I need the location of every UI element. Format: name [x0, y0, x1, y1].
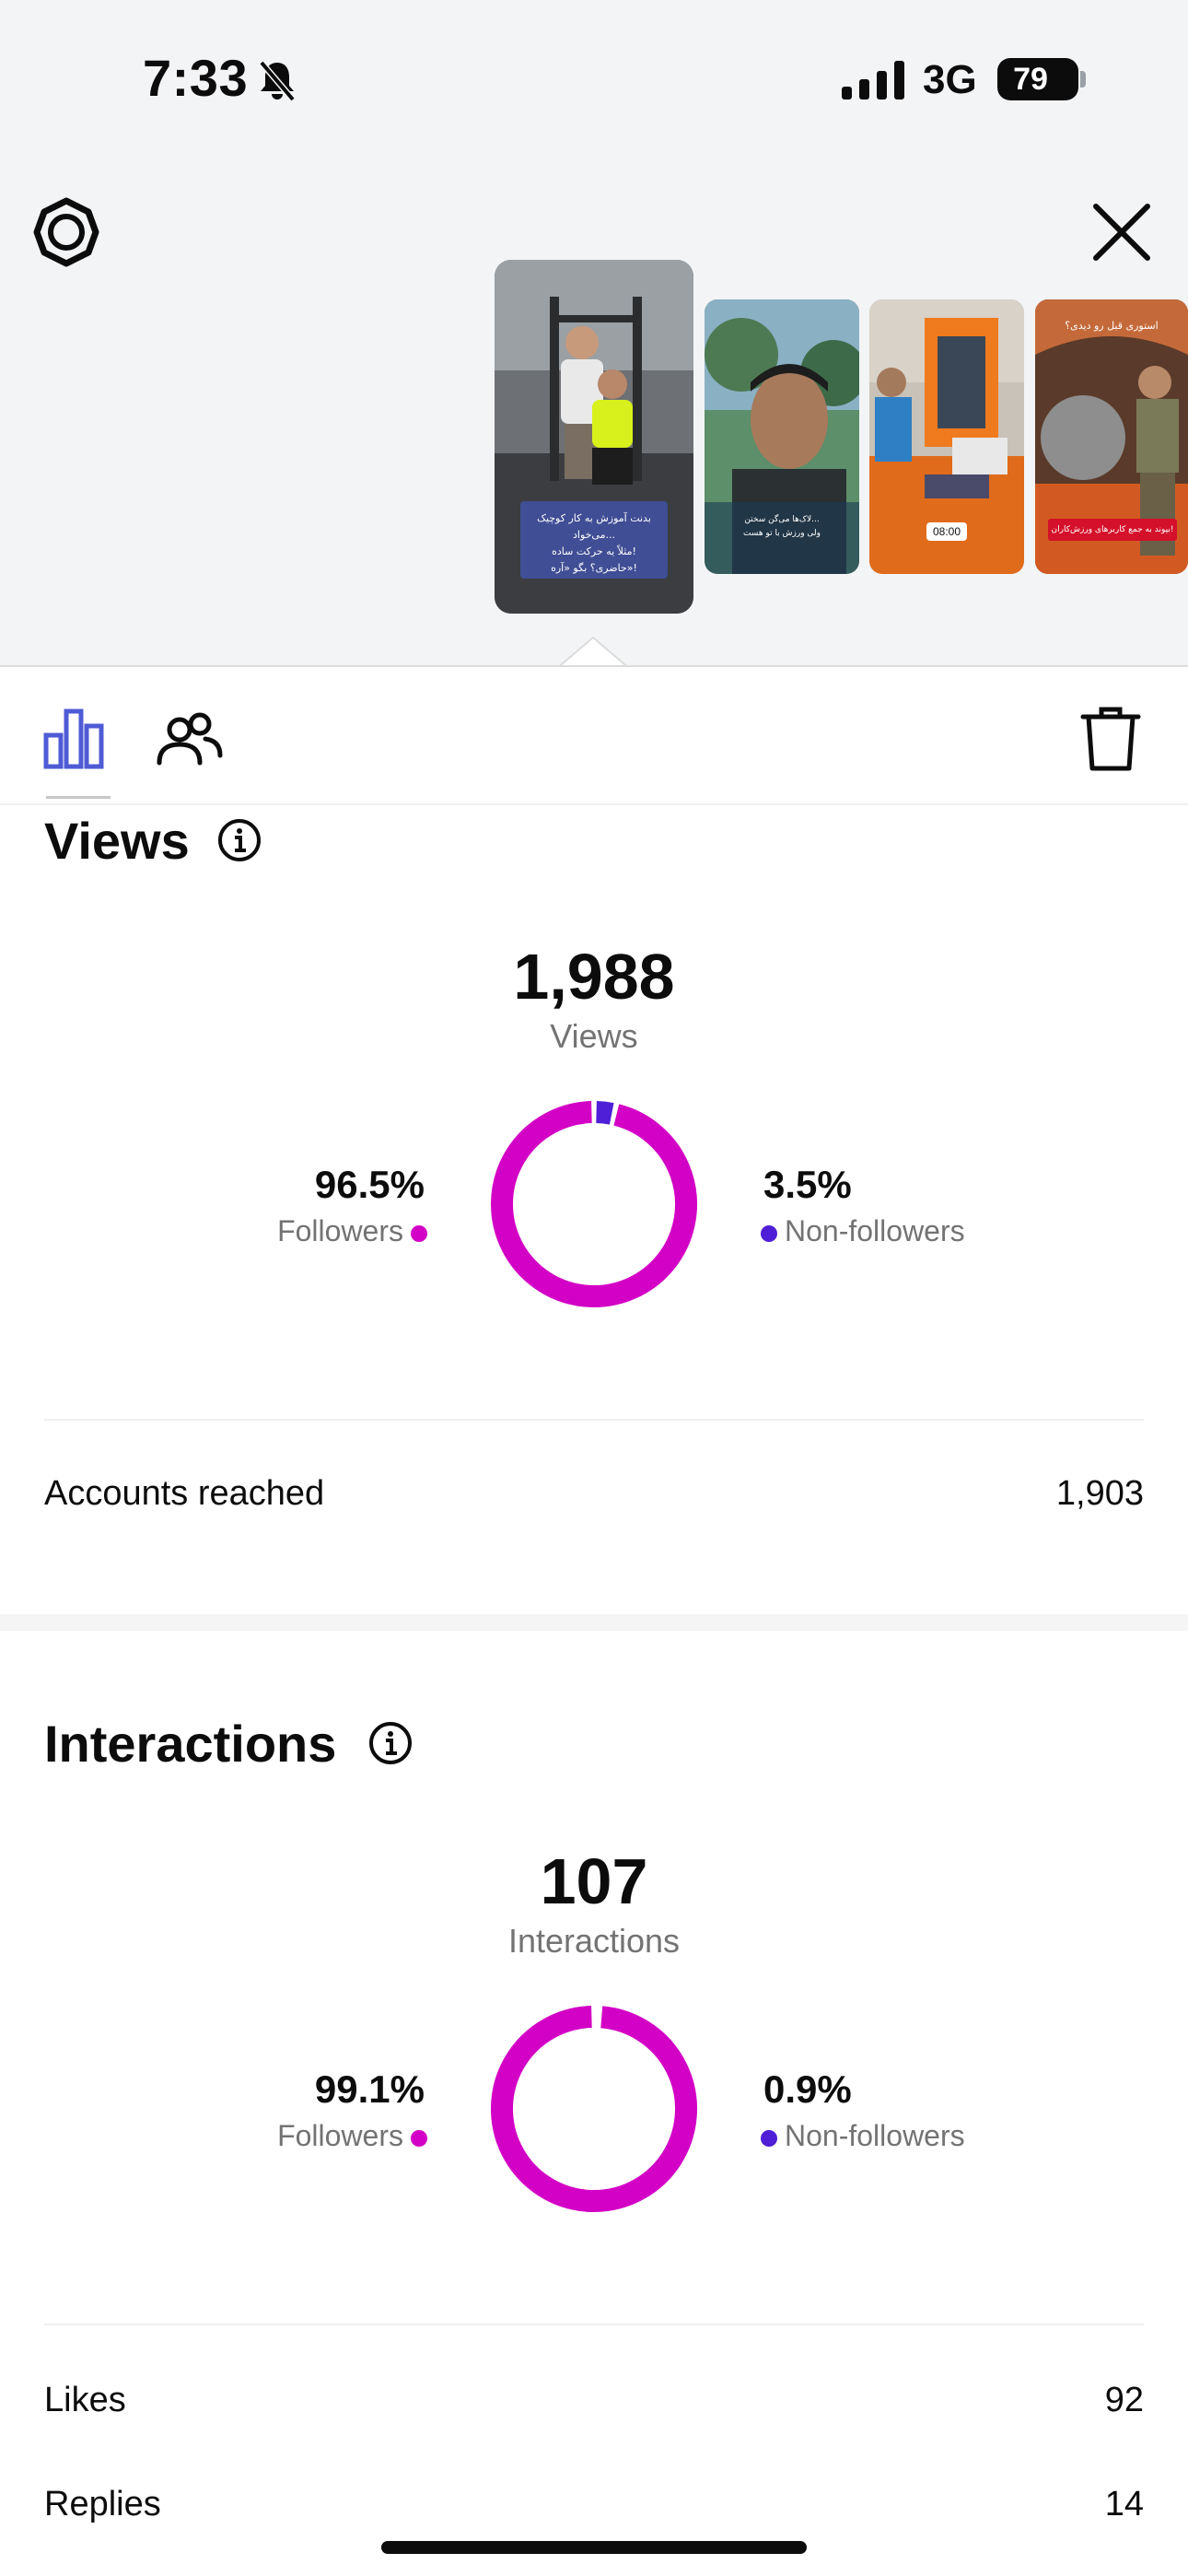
- interactions-section-title: Interactions: [44, 1715, 337, 1773]
- views-total: 1,988: [513, 941, 675, 1013]
- story-caption-line: ولی ورزش با تو هست: [742, 529, 821, 538]
- interactions-total: 107: [540, 1845, 648, 1917]
- interactions-non-followers-label: Non-followers: [785, 2119, 965, 2152]
- views-total-label: Views: [550, 1017, 638, 1055]
- battery-level: 79: [1013, 62, 1048, 97]
- bell-muted-icon: [259, 60, 296, 102]
- story-caption-line: حاضری؟ بگو «آره»!: [551, 562, 637, 574]
- accounts-reached-value: 1,903: [1055, 1474, 1144, 1513]
- followers-dot: [411, 2129, 427, 2147]
- signal-icon: [842, 61, 904, 100]
- replies-label: Replies: [44, 2485, 161, 2523]
- divider: [44, 1419, 1144, 1421]
- network-type: 3G: [923, 57, 977, 102]
- story-caption-line: بدنت آموزش به کار کوچیک می‌خواد...: [537, 512, 651, 541]
- likes-value: 92: [1104, 2381, 1144, 2419]
- home-indicator: [381, 2541, 807, 2554]
- story-thumbnail-selected[interactable]: بدنت آموزش به کار کوچیک می‌خواد... مثلاً…: [495, 260, 693, 614]
- settings-icon[interactable]: [28, 193, 105, 271]
- selection-pointer: [556, 636, 630, 669]
- views-info-icon[interactable]: [215, 816, 263, 864]
- views-followers-pct: 96.5%: [314, 1163, 425, 1206]
- interactions-total-label: Interactions: [507, 1922, 681, 1960]
- views-non-followers-slice: [596, 1101, 614, 1125]
- story-caption-line: مثلاً یه حرکت ساده!: [552, 545, 636, 557]
- replies-value: 14: [1104, 2485, 1144, 2523]
- views-followers-legend: Followers: [277, 1214, 427, 1248]
- story-caption-line: بپوند به جمع کاربرهای ورزش‌کاران!: [1051, 525, 1174, 534]
- divider: [44, 2324, 1144, 2325]
- story-thumbnail[interactable]: استوری قبل رو دیدی؟ بپوند به جمع کاربرها…: [1035, 299, 1188, 574]
- accounts-reached-label: Accounts reached: [44, 1474, 325, 1513]
- audience-people-icon[interactable]: [152, 702, 226, 776]
- views-non-followers-pct: 3.5%: [763, 1163, 852, 1206]
- story-caption-line: استوری قبل رو دیدی؟: [1065, 320, 1159, 332]
- story-thumbnail[interactable]: لاک‌ها می‌گن سختن... ولی ورزش با تو هست: [705, 299, 859, 574]
- views-section-title: Views: [44, 812, 190, 870]
- battery-icon: 79: [997, 58, 1086, 100]
- insights-tab-bar: [0, 665, 1188, 805]
- story-thumbnail[interactable]: 08:00: [869, 299, 1024, 574]
- views-non-followers-label: Non-followers: [785, 1214, 965, 1247]
- views-followers-label: Followers: [277, 1214, 403, 1247]
- status-time: 7:33: [143, 49, 249, 107]
- interactions-followers-slice: [491, 2006, 697, 2212]
- interactions-non-followers-pct: 0.9%: [763, 2067, 852, 2111]
- likes-label: Likes: [44, 2381, 126, 2419]
- non-followers-dot: [761, 1224, 777, 1242]
- followers-dot: [411, 1224, 427, 1242]
- trash-icon[interactable]: [1074, 702, 1147, 776]
- non-followers-dot: [761, 2129, 777, 2147]
- interactions-donut-chart: [491, 2006, 697, 2212]
- video-time-label: 08:00: [926, 522, 967, 541]
- views-non-followers-legend: Non-followers: [761, 1214, 965, 1248]
- interactions-followers-legend: Followers: [277, 2119, 427, 2153]
- interactions-followers-label: Followers: [277, 2119, 403, 2152]
- interactions-info-icon[interactable]: [367, 1719, 414, 1767]
- insights-chart-icon[interactable]: [37, 702, 111, 776]
- active-tab-indicator: [46, 796, 111, 799]
- section-separator: [0, 1614, 1188, 1631]
- status-bar: 7:33 3G 79: [0, 0, 1188, 157]
- views-donut-chart: [491, 1101, 697, 1307]
- story-preview-area: 7:33 3G 79: [0, 0, 1188, 669]
- story-caption-line: لاک‌ها می‌گن سختن...: [744, 515, 820, 524]
- views-followers-slice: [491, 1101, 697, 1307]
- interactions-followers-pct: 99.1%: [314, 2067, 425, 2111]
- close-icon[interactable]: [1083, 193, 1160, 271]
- interactions-non-followers-legend: Non-followers: [761, 2119, 965, 2153]
